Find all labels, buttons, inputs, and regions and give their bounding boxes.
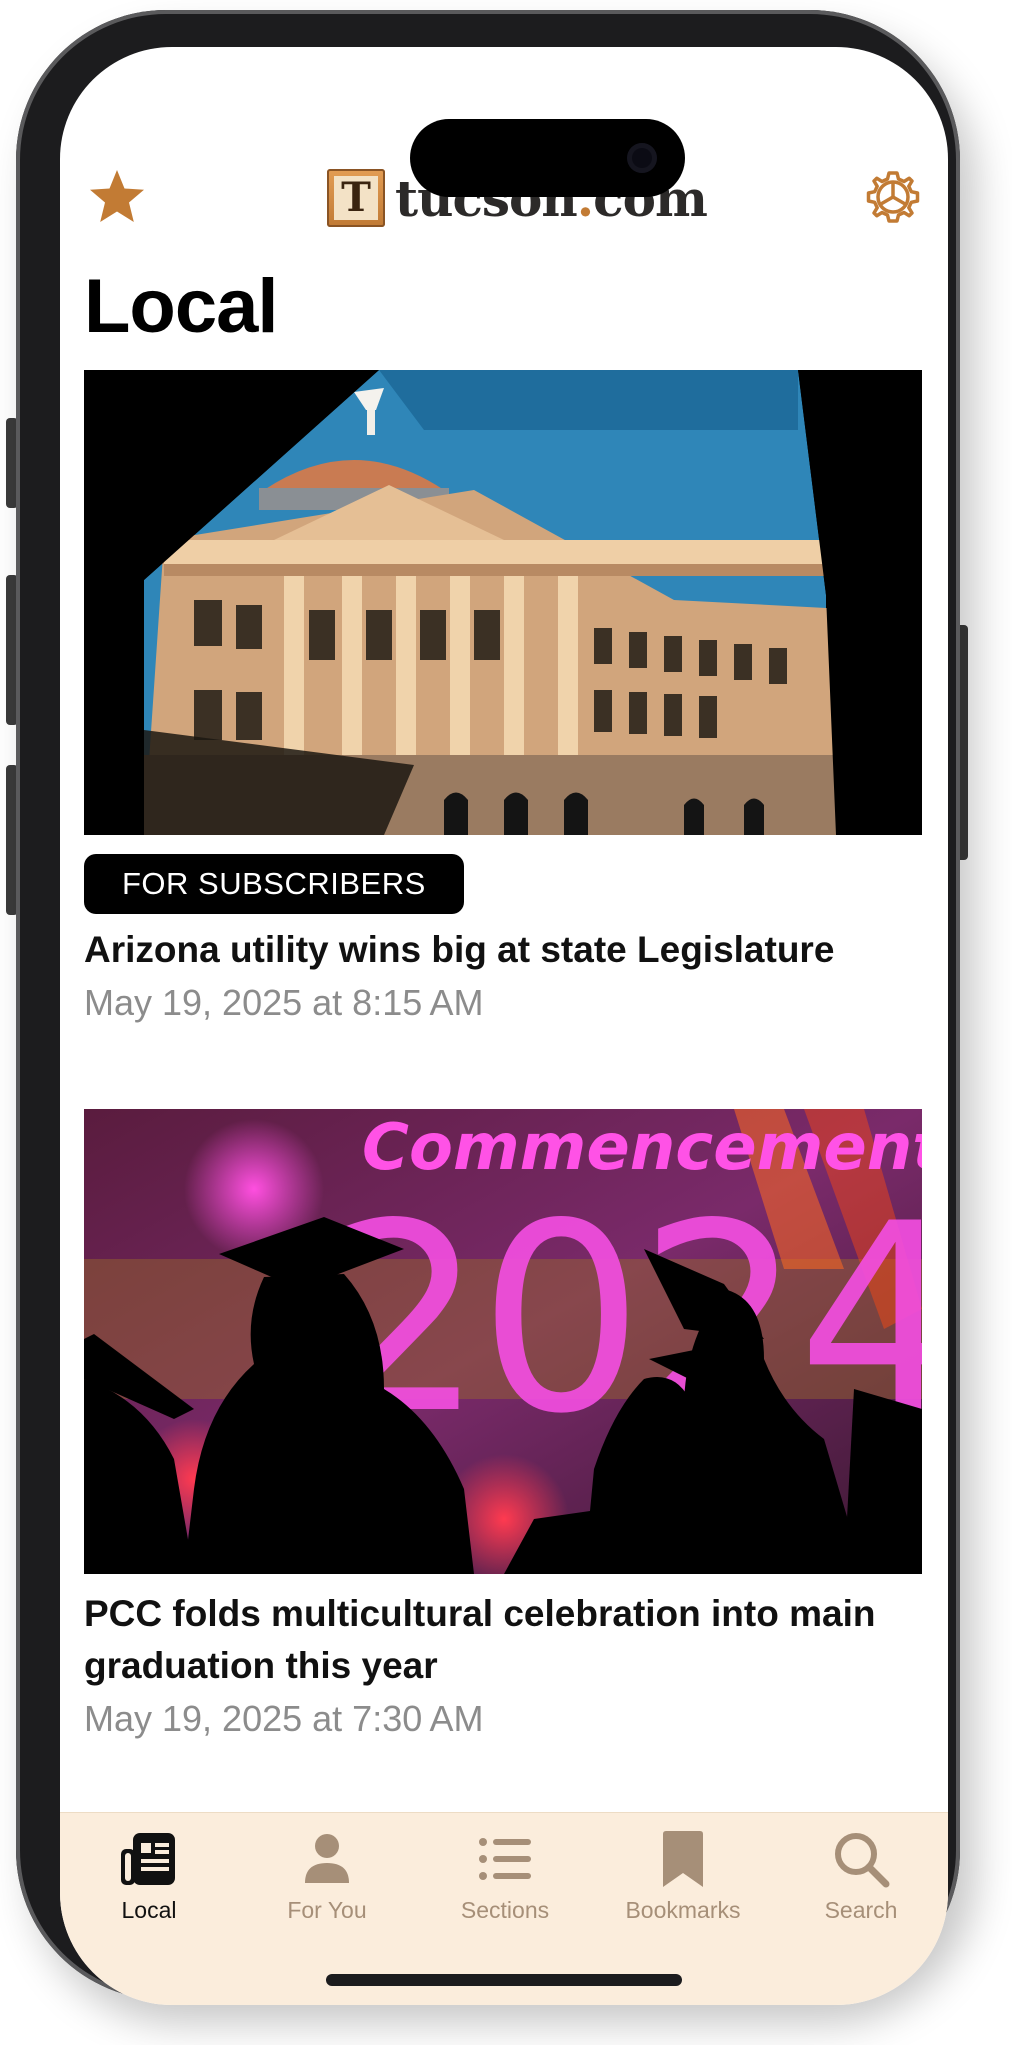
gear-icon: [866, 171, 920, 223]
article-image-capitol: [84, 370, 922, 835]
article-image-commencement: Commencement 2024: [84, 1109, 922, 1574]
article-date: May 19, 2025 at 8:15 AM: [84, 982, 484, 1023]
subscriber-badge: FOR SUBSCRIBERS: [84, 854, 464, 914]
tab-label: Bookmarks: [625, 1897, 741, 1923]
tab-label: Sections: [460, 1897, 550, 1923]
star-icon: [90, 170, 144, 222]
person-icon: [305, 1834, 349, 1883]
tab-label: Local: [121, 1897, 177, 1923]
tab-search[interactable]: Search: [772, 1827, 948, 1937]
tab-sections[interactable]: Sections: [416, 1827, 594, 1937]
page-title: Local: [84, 264, 278, 349]
favorites-button[interactable]: [84, 164, 150, 230]
list-icon: [479, 1838, 531, 1880]
magnifier-icon: [835, 1833, 890, 1888]
settings-button[interactable]: [860, 164, 926, 230]
app-screen: T tucson.com Local FOR SUBSCRIBERS Arizo…: [60, 47, 948, 2005]
article-card[interactable]: FOR SUBSCRIBERS Arizona utility wins big…: [84, 370, 922, 1024]
article-date: May 19, 2025 at 7:30 AM: [84, 1698, 484, 1739]
tab-local[interactable]: Local: [60, 1827, 238, 1937]
device-stage: T tucson.com Local FOR SUBSCRIBERS Arizo…: [0, 0, 1012, 2045]
phone-frame: T tucson.com Local FOR SUBSCRIBERS Arizo…: [16, 10, 960, 2005]
newspaper-icon: [121, 1833, 175, 1885]
home-indicator: [326, 1974, 682, 1986]
logo-mark: T: [327, 169, 385, 227]
dynamic-island: [410, 119, 685, 197]
article-headline: PCC folds multicultural celebration into…: [84, 1593, 876, 1686]
tab-for-you[interactable]: For You: [238, 1827, 416, 1937]
bookmark-icon: [663, 1831, 703, 1887]
tab-label: For You: [287, 1897, 367, 1923]
article-headline: Arizona utility wins big at state Legisl…: [84, 929, 835, 970]
capitol-photo: [84, 370, 922, 835]
commencement-photo: Commencement 2024: [84, 1109, 922, 1574]
logo-letter: T: [334, 176, 378, 220]
tab-label: Search: [824, 1897, 898, 1923]
tab-bookmarks[interactable]: Bookmarks: [594, 1827, 772, 1937]
article-card[interactable]: Commencement 2024 PCC folds multicultura…: [84, 1109, 922, 1740]
